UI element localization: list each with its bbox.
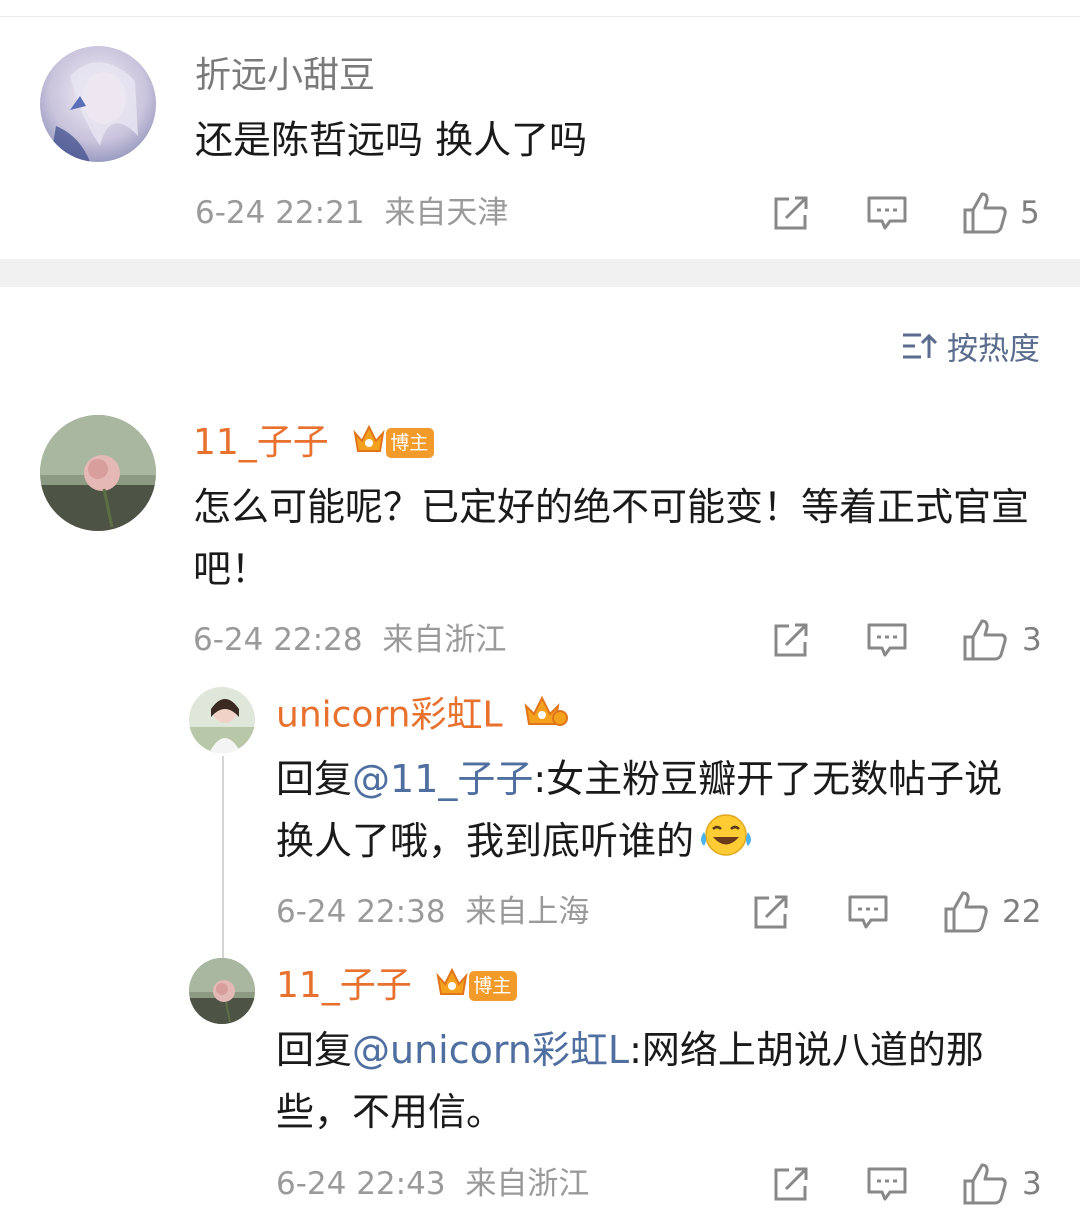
share-icon[interactable] [751,892,791,932]
timestamp: 6-24 22:43 [276,1166,446,1202]
laugh-cry-emoji-icon [698,812,754,876]
reply-text: 回复@11_子子:女主粉豆瓣开了无数帖子说换人了哦，我到底听谁的 [276,748,1036,876]
section-divider [0,259,1080,287]
location: 来自上海 [465,894,590,930]
username[interactable]: 折远小甜豆 [195,56,375,96]
like-count: 3 [1022,1166,1042,1202]
mention-link[interactable]: @11_子子 [352,757,533,801]
avatar[interactable] [189,687,255,753]
username[interactable]: 11_子子 博主 [276,965,518,1007]
reply-prefix: 回复 [276,757,353,801]
reply-meta: 6-24 22:43 来自浙江 [276,1164,589,1204]
comment-meta: 6-24 22:21 来自天津 [195,193,508,233]
mention-link[interactable]: @unicorn彩虹L [352,1028,629,1072]
like-count: 22 [1002,894,1042,930]
sort-icon [901,330,938,370]
comment-text: 还是陈哲远吗 换人了吗 [195,118,588,162]
share-icon[interactable] [771,193,811,233]
sort-by-hot-button[interactable]: 按热度 [901,328,1040,368]
sort-label: 按热度 [947,331,1040,368]
reply-prefix: 回复 [276,1028,353,1072]
like-icon[interactable] [943,889,989,933]
avatar[interactable] [40,46,156,162]
like-icon[interactable] [962,617,1008,661]
timestamp: 6-24 22:21 [195,195,365,231]
like-count: 5 [1020,195,1040,231]
location: 来自浙江 [382,622,507,658]
share-icon[interactable] [771,620,811,660]
crown-icon [352,423,386,464]
timestamp: 6-24 22:28 [193,622,363,658]
crown-icon [522,694,568,737]
username[interactable]: unicorn彩虹L [276,694,568,737]
username-text: 11_子子 [193,422,329,463]
username-text: unicorn彩虹L [276,694,503,736]
location: 来自天津 [384,195,509,231]
reply-meta: 6-24 22:38 来自上海 [276,892,589,932]
comment-meta: 6-24 22:28 来自浙江 [193,620,506,660]
top-separator [0,0,1080,17]
blogger-badge: 博主 [469,971,518,1001]
crown-icon [435,966,469,1007]
location: 来自浙江 [465,1166,590,1202]
comment-icon[interactable] [866,620,908,660]
username[interactable]: 11_子子 博主 [193,422,435,464]
like-icon[interactable] [962,1161,1008,1205]
share-icon[interactable] [771,1164,811,1204]
blogger-badge: 博主 [386,428,435,458]
comment-icon[interactable] [847,892,889,932]
timestamp: 6-24 22:38 [276,894,446,930]
comment-icon[interactable] [866,193,908,233]
avatar[interactable] [40,415,156,531]
comment-text: 怎么可能呢？已定好的绝不可能变！等着正式官宣吧！ [193,485,1030,591]
username-text: 11_子子 [276,965,412,1006]
like-count: 3 [1022,622,1042,658]
avatar[interactable] [189,958,255,1024]
thread-connector-line [222,756,224,972]
like-icon[interactable] [962,190,1008,234]
comment-icon[interactable] [866,1164,908,1204]
reply-text: 回复@unicorn彩虹L:网络上胡说八道的那些，不用信。 [276,1019,1056,1143]
